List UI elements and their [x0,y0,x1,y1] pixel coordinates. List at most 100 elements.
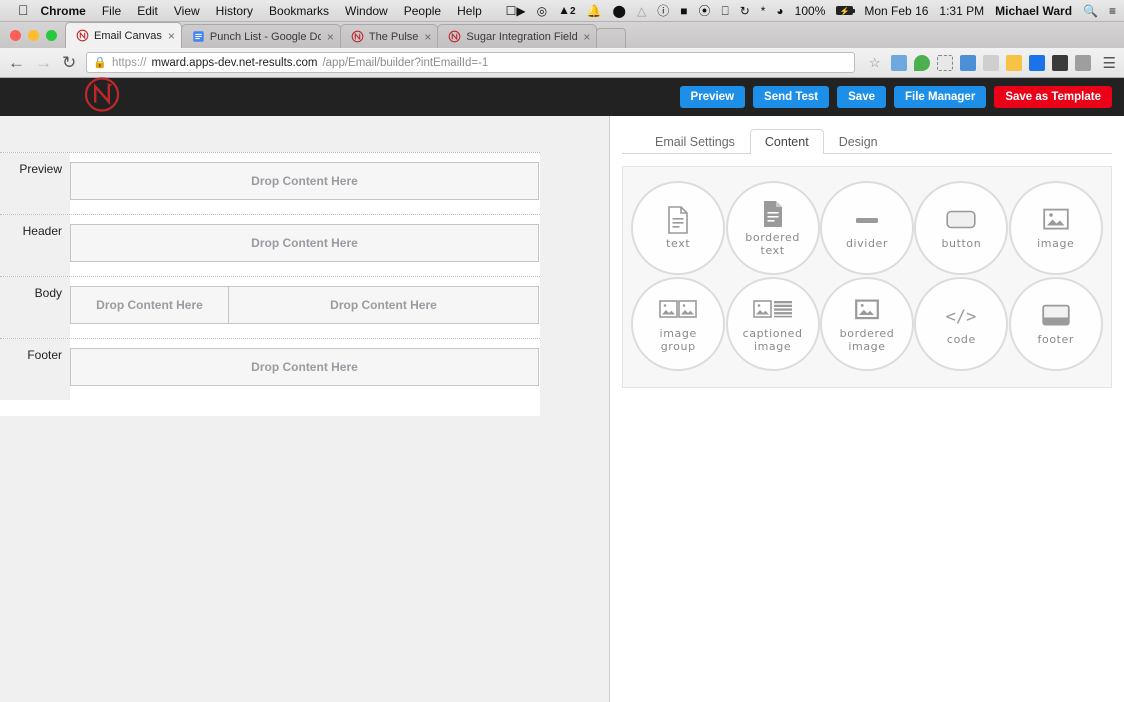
menu-date[interactable]: Mon Feb 16 [864,5,928,17]
svg-text:</>: </> [946,307,977,327]
chrome-menu-icon[interactable]: ☰ [1103,54,1116,72]
screencast-icon[interactable]: ☐▶ [506,5,526,17]
menu-item-view[interactable]: View [174,4,200,18]
browser-tab-punch-list[interactable]: Punch List - Google Docs × [180,24,341,48]
menu-app-name[interactable]: Chrome [41,4,86,18]
compass-icon[interactable]: ◎ [537,5,547,17]
menu-item-history[interactable]: History [216,4,253,18]
widget-label: image group [659,326,697,353]
bluetooth-icon[interactable]: * [761,5,766,17]
extension-bar [890,54,1091,71]
back-arrow-icon[interactable]: ← [8,54,25,71]
widget-bordered-text[interactable]: bordered text [725,181,820,275]
download-shield-icon[interactable] [1074,54,1091,71]
balloon-icon[interactable]: ⬤ [613,5,626,17]
menu-item-help[interactable]: Help [457,4,482,18]
zone-edge-spacer [539,162,540,205]
drop-zone[interactable]: Drop Content Here [70,348,539,386]
content-widget-box: text bordered text divider button image … [622,166,1112,388]
widget-image[interactable]: image [1008,181,1103,275]
menu-time[interactable]: 1:31 PM [939,5,984,17]
star-icon[interactable]: ☆ [869,55,881,71]
tab-email-settings[interactable]: Email Settings [640,129,750,154]
owl-icon[interactable] [1051,54,1068,71]
tab-content[interactable]: Content [749,129,824,154]
dropbox-icon[interactable]: ⦿ [698,5,710,17]
canvas-section-body: Body Drop Content Here Drop Content Here [0,276,540,338]
tab-close-icon[interactable]: × [424,31,431,43]
drop-zone[interactable]: Drop Content Here [70,162,539,200]
canvas-bottom-padding [0,400,540,416]
address-bar[interactable]: 🔒 https:// mward.apps-dev.net-results.com… [86,52,855,73]
tab-design[interactable]: Design [824,129,893,154]
browser-tab-the-pulse[interactable]: The Pulse × [339,24,439,48]
forward-arrow-icon[interactable]: → [35,54,52,71]
time-machine-icon[interactable]: ↻ [740,5,750,17]
reload-icon[interactable]: ↻ [62,54,76,71]
window-controls [8,22,65,48]
save-button[interactable]: Save [837,85,886,109]
widget-button[interactable]: button [914,181,1009,275]
bell-icon[interactable]: 🔔 [587,5,602,17]
save-as-template-button[interactable]: Save as Template [994,85,1112,109]
browser-tab-sugar-integration[interactable]: Sugar Integration Field Ma × [437,24,598,48]
widget-footer[interactable]: footer [1008,277,1103,371]
share-icon[interactable] [890,54,907,71]
canvas-section-footer: Footer Drop Content Here [0,338,540,400]
file-manager-button[interactable]: File Manager [894,85,987,109]
menu-user-name[interactable]: Michael Ward [995,5,1072,17]
spotlight-search-icon[interactable]: 🔍 [1083,5,1098,17]
widget-image-group[interactable]: image group [631,277,726,371]
battery-charging-icon[interactable]: ⚡ [836,6,856,16]
send-test-button[interactable]: Send Test [753,85,830,109]
section-label-footer: Footer [0,339,70,400]
wifi-icon[interactable]: ◕ [776,5,783,17]
canvas-section-header: Header Drop Content Here [0,214,540,276]
menu-item-people[interactable]: People [404,4,441,18]
checkbox-icon[interactable] [1028,54,1045,71]
extension-puzzle-icon[interactable] [1005,54,1022,71]
url-scheme: https:// [111,56,147,69]
drop-zone[interactable]: Drop Content Here [228,286,539,324]
main-area: Preview Drop Content Here Header Drop Co… [0,116,1124,702]
new-tab-button[interactable] [596,28,627,48]
battery-percent: 100% [794,3,826,18]
net-results-logo[interactable] [82,75,122,120]
zone-edge-spacer [539,286,540,329]
airplay-icon[interactable]: ⎕ [721,5,728,17]
screenshot-icon[interactable] [936,54,953,71]
widget-code[interactable]: </> code [914,277,1009,371]
tab-close-icon[interactable]: × [583,31,590,43]
google-docs-favicon [192,30,205,43]
menu-item-window[interactable]: Window [345,4,388,18]
lastpass-icon[interactable]: ■ [680,5,687,17]
drop-zone[interactable]: Drop Content Here [70,286,228,324]
preview-button[interactable]: Preview [679,85,746,109]
cast-icon[interactable] [982,54,999,71]
exclamation-circle-icon[interactable]: ⓘ [657,5,669,17]
image-icon [1043,205,1069,235]
adobe-icon[interactable]: ▲2 [558,4,575,17]
widget-text[interactable]: text [631,181,726,275]
google-drive-icon[interactable]: △ [637,5,646,17]
ghostery-icon[interactable] [959,54,976,71]
balloon-icon[interactable] [913,54,930,71]
menu-item-file[interactable]: File [102,4,121,18]
widget-divider[interactable]: divider [819,181,914,275]
widget-captioned-image[interactable]: captioned image [725,277,820,371]
notification-center-icon[interactable]: ≡ [1109,5,1116,17]
section-label-preview: Preview [0,153,70,214]
tab-close-icon[interactable]: × [327,31,334,43]
tab-close-icon[interactable]: × [168,30,175,42]
widget-bordered-image[interactable]: bordered image [819,277,914,371]
close-button[interactable] [10,29,21,41]
drop-zone[interactable]: Drop Content Here [70,224,539,262]
menu-item-edit[interactable]: Edit [137,4,158,18]
zoom-button[interactable] [46,29,57,41]
apple-icon[interactable]:  [18,3,29,17]
browser-tab-email-canvas[interactable]: Email Canvas × [65,22,182,48]
minimize-button[interactable] [28,29,39,41]
image-group-icon [659,295,697,325]
menu-item-bookmarks[interactable]: Bookmarks [269,4,329,18]
browser-toolbar: ← → ↻ 🔒 https:// mward.apps-dev.net-resul… [0,48,1124,78]
